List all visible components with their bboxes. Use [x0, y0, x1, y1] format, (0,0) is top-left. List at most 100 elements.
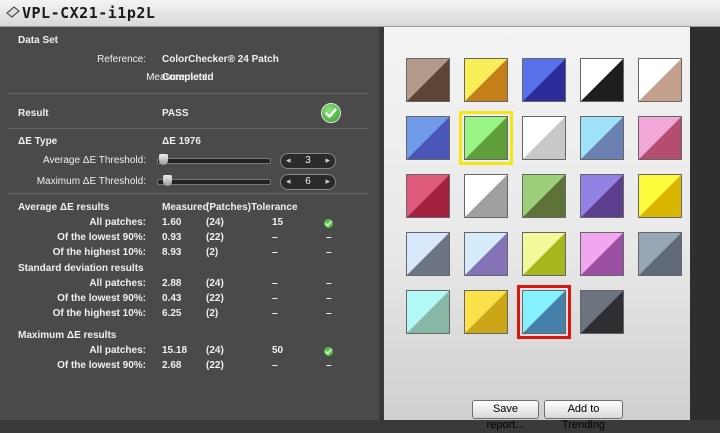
delta-e-type-value: ΔE 1976 — [162, 136, 201, 147]
reference-label: Reference: — [97, 54, 146, 65]
result-label: Result — [18, 108, 49, 119]
color-patch[interactable] — [638, 58, 682, 102]
row-tolerance: – — [272, 360, 278, 371]
col-tolerance-header: Tolerance — [251, 202, 298, 213]
maximum-threshold-slider[interactable] — [157, 179, 271, 185]
maximum-threshold-stepper[interactable]: ◂ 6 ▸ — [280, 174, 336, 190]
row-tolerance: – — [272, 308, 278, 319]
results-panel: Data Set Reference: ColorChecker® 24 Pat… — [0, 27, 379, 420]
delta-e-type-label: ΔE Type — [18, 136, 58, 147]
average-threshold-value[interactable]: 3 — [295, 155, 321, 166]
row-measured: 2.88 — [162, 278, 182, 289]
color-patch[interactable] — [406, 232, 450, 276]
row-measured: 6.25 — [162, 308, 182, 319]
row-measured: 8.93 — [162, 247, 182, 258]
app-icon — [6, 6, 20, 18]
selected-patch-highlight — [459, 111, 513, 165]
row-label: Of the lowest 90%: — [57, 360, 146, 371]
row-patches: (22) — [206, 232, 224, 243]
color-patch[interactable] — [406, 174, 450, 218]
pass-check-icon — [321, 103, 341, 123]
row-status: – — [326, 232, 332, 243]
color-patch[interactable] — [464, 58, 508, 102]
row-label: Of the highest 10%: — [52, 247, 146, 258]
row-status: – — [326, 293, 332, 304]
result-value: PASS — [162, 108, 189, 119]
row-measured: 1.60 — [162, 217, 182, 228]
row-patches: (24) — [206, 345, 224, 356]
color-patch[interactable] — [464, 290, 508, 334]
color-patch[interactable] — [580, 174, 624, 218]
avg-results-heading: Average ΔE results — [18, 202, 110, 213]
patch-comparison-panel: Save report... Add to Trending — [384, 27, 690, 431]
color-patch[interactable] — [406, 290, 450, 334]
color-patch[interactable] — [580, 116, 624, 160]
color-patch[interactable] — [464, 232, 508, 276]
color-patch[interactable] — [406, 58, 450, 102]
row-tolerance: 15 — [272, 217, 284, 228]
row-tolerance: – — [272, 293, 278, 304]
average-threshold-slider-knob[interactable] — [159, 154, 169, 165]
add-to-trending-button[interactable]: Add to Trending — [544, 400, 623, 431]
average-threshold-slider[interactable] — [157, 158, 271, 164]
row-label: All patches: — [89, 278, 146, 289]
row-tolerance: – — [272, 278, 278, 289]
color-patch[interactable] — [522, 174, 566, 218]
measurement-value: Completed — [162, 72, 214, 83]
color-patch[interactable] — [638, 116, 682, 160]
data-set-heading: Data Set — [18, 35, 59, 46]
decrement-arrow-icon[interactable]: ◂ — [286, 176, 291, 187]
color-patch[interactable] — [522, 232, 566, 276]
color-patch[interactable] — [406, 116, 450, 160]
row-measured: 2.68 — [162, 360, 182, 371]
row-tolerance: – — [272, 232, 278, 243]
color-patch[interactable] — [580, 58, 624, 102]
color-patch[interactable] — [580, 290, 624, 334]
color-patch[interactable] — [580, 232, 624, 276]
reference-value: ColorChecker® 24 Patch — [162, 54, 279, 65]
color-patch[interactable] — [464, 174, 508, 218]
row-tolerance: – — [272, 247, 278, 258]
color-patch[interactable] — [522, 116, 566, 160]
increment-arrow-icon[interactable]: ▸ — [325, 176, 330, 187]
row-label: All patches: — [89, 345, 146, 356]
selected-patch-highlight — [517, 285, 571, 339]
save-report-button[interactable]: Save report... — [472, 400, 539, 431]
maximum-threshold-value[interactable]: 6 — [295, 176, 321, 187]
row-patches: (22) — [206, 293, 224, 304]
maximum-threshold-slider-knob[interactable] — [162, 175, 172, 186]
row-label: All patches: — [89, 217, 146, 228]
color-patch[interactable] — [522, 58, 566, 102]
row-measured: 0.93 — [162, 232, 182, 243]
pass-check-icon — [324, 219, 333, 228]
row-measured: 15.18 — [162, 345, 188, 356]
pass-check-icon — [324, 347, 333, 356]
divider — [8, 128, 368, 129]
row-patches: (24) — [206, 278, 224, 289]
row-label: Of the lowest 90%: — [57, 293, 146, 304]
increment-arrow-icon[interactable]: ▸ — [325, 155, 330, 166]
average-threshold-stepper[interactable]: ◂ 3 ▸ — [280, 153, 336, 169]
average-threshold-label: Average ΔE Threshold: — [42, 155, 146, 166]
row-status: – — [326, 308, 332, 319]
row-status: – — [326, 360, 332, 371]
row-status: – — [326, 247, 332, 258]
col-measured-header: Measured — [162, 202, 209, 213]
std-results-heading: Standard deviation results — [18, 263, 144, 274]
row-patches: (24) — [206, 217, 224, 228]
divider — [8, 193, 368, 194]
col-patches-header: (Patches) — [206, 202, 252, 213]
color-patch[interactable] — [638, 232, 682, 276]
row-patches: (22) — [206, 360, 224, 371]
row-label: Of the lowest 90%: — [57, 232, 146, 243]
row-patches: (2) — [206, 308, 219, 319]
maximum-threshold-label: Maximum ΔE Threshold: — [36, 176, 146, 187]
scrollbar[interactable] — [690, 27, 720, 420]
decrement-arrow-icon[interactable]: ◂ — [286, 155, 291, 166]
row-status: – — [326, 278, 332, 289]
max-results-heading: Maximum ΔE results — [18, 330, 117, 341]
color-patch[interactable] — [638, 174, 682, 218]
row-patches: (2) — [206, 247, 219, 258]
window-title: VPL-CX21-i1p2L — [22, 4, 156, 22]
title-bar: VPL-CX21-i1p2L — [0, 0, 720, 27]
